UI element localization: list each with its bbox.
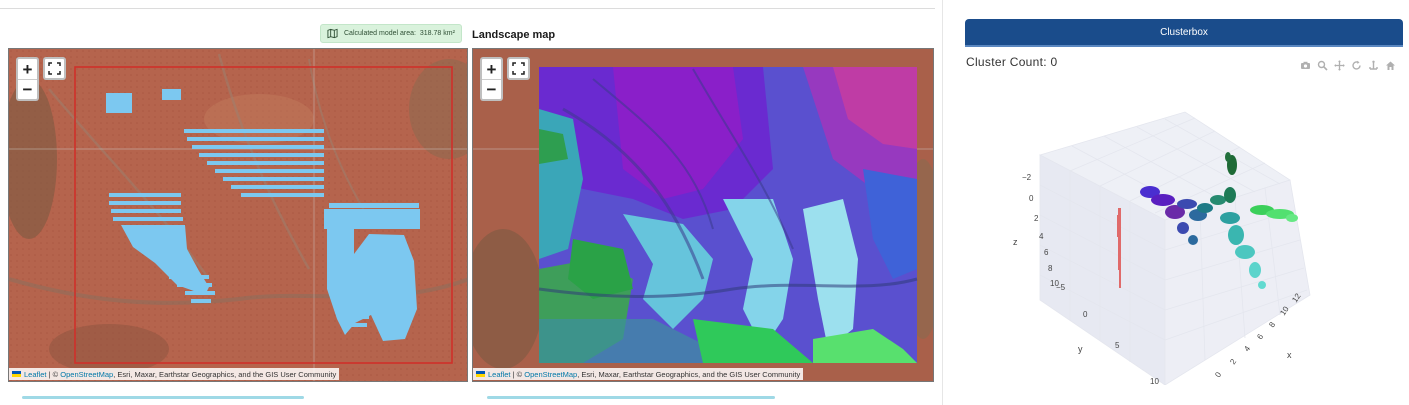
clusterbox-header: Clusterbox <box>965 19 1403 45</box>
home-icon[interactable] <box>1385 58 1396 70</box>
landscape-classification-overlay <box>473 49 933 381</box>
ukraine-flag-icon <box>12 371 21 377</box>
z-tick-label: 2 <box>1034 214 1039 223</box>
y-tick-label: −5 <box>1056 283 1066 292</box>
z-tick-label: 4 <box>1039 232 1044 241</box>
attribution-providers: , Esri, Maxar, Earthstar Geographics, an… <box>113 369 337 379</box>
scroll-indicator <box>22 396 304 399</box>
zoom-out-button[interactable]: − <box>482 79 501 99</box>
attribution-separator: | © <box>46 369 61 379</box>
clusterbox-header-underline <box>965 45 1403 47</box>
top-divider <box>0 8 935 9</box>
map-attribution: Leaflet | © OpenStreetMap , Esri, Maxar,… <box>9 368 340 380</box>
app-root: Calculated model area: 318.78 km² Landsc… <box>0 0 1409 405</box>
fullscreen-button[interactable] <box>507 57 530 80</box>
fullscreen-icon <box>48 62 61 75</box>
leaflet-link[interactable]: Leaflet <box>488 370 511 379</box>
osm-link[interactable]: OpenStreetMap <box>524 370 577 379</box>
model-area-badge: Calculated model area: 318.78 km² <box>320 24 462 43</box>
x-tick-label: 2 <box>1228 357 1238 366</box>
turntable-icon[interactable] <box>1368 58 1379 70</box>
landscape-map-title: Landscape map <box>472 29 556 41</box>
fullscreen-icon <box>512 62 525 75</box>
leaflet-link[interactable]: Leaflet <box>24 370 47 379</box>
z-axis-title: z <box>1013 237 1018 247</box>
model-area-label: Calculated model area: 318.78 km² <box>344 30 455 37</box>
osm-link[interactable]: OpenStreetMap <box>60 370 113 379</box>
cluster-count: Cluster Count: 0 <box>966 55 1058 69</box>
zoom-out-button[interactable]: − <box>18 79 37 99</box>
panel-divider <box>942 0 943 405</box>
y-tick-label: 5 <box>1115 341 1120 350</box>
attribution-providers: , Esri, Maxar, Earthstar Geographics, an… <box>577 369 801 379</box>
y-tick-label: 10 <box>1150 377 1159 385</box>
x-tick-label: 4 <box>1242 344 1252 353</box>
zoom-in-button[interactable]: + <box>482 59 501 79</box>
z-tick-label: −2 <box>1022 173 1032 182</box>
orbit-icon[interactable] <box>1351 58 1362 70</box>
plot-modebar <box>1300 58 1396 71</box>
map-icon <box>327 28 338 39</box>
zoom-icon[interactable] <box>1317 58 1328 71</box>
x-axis-title: x <box>1287 350 1292 360</box>
zoom-control: + − <box>480 57 503 101</box>
model-area-value: 318.78 km² <box>419 30 455 37</box>
z-tick-label: 8 <box>1048 264 1053 273</box>
fullscreen-button[interactable] <box>43 57 66 80</box>
z-tick-label: 0 <box>1029 194 1034 203</box>
map-attribution: Leaflet | © OpenStreetMap , Esri, Maxar,… <box>473 368 804 380</box>
selection-map[interactable]: + − Leaflet | © OpenStreetMap , Esri, Ma… <box>8 48 468 382</box>
zoom-in-button[interactable]: + <box>18 59 37 79</box>
y-axis-title: y <box>1078 344 1083 354</box>
zoom-control: + − <box>16 57 39 101</box>
attribution-separator: | © <box>510 369 525 379</box>
landscape-map[interactable]: + − Leaflet | © OpenStreetMap , Esri, Ma… <box>472 48 934 382</box>
x-tick-label: 8 <box>1267 320 1277 329</box>
y-tick-label: 0 <box>1083 310 1088 319</box>
x-tick-label: 0 <box>1213 370 1223 379</box>
scroll-indicator <box>487 396 775 399</box>
ukraine-flag-icon <box>476 371 485 377</box>
camera-icon[interactable] <box>1300 58 1311 69</box>
z-tick-label: 6 <box>1044 248 1049 257</box>
cluster-raster <box>538 67 918 363</box>
pan-icon[interactable] <box>1334 58 1345 71</box>
3d-scatter-plot[interactable]: −2 0 2 4 6 8 10 z −5 0 5 10 y 12 10 8 6 … <box>1000 100 1330 385</box>
x-tick-label: 6 <box>1255 332 1265 341</box>
satellite-imagery <box>9 49 467 381</box>
